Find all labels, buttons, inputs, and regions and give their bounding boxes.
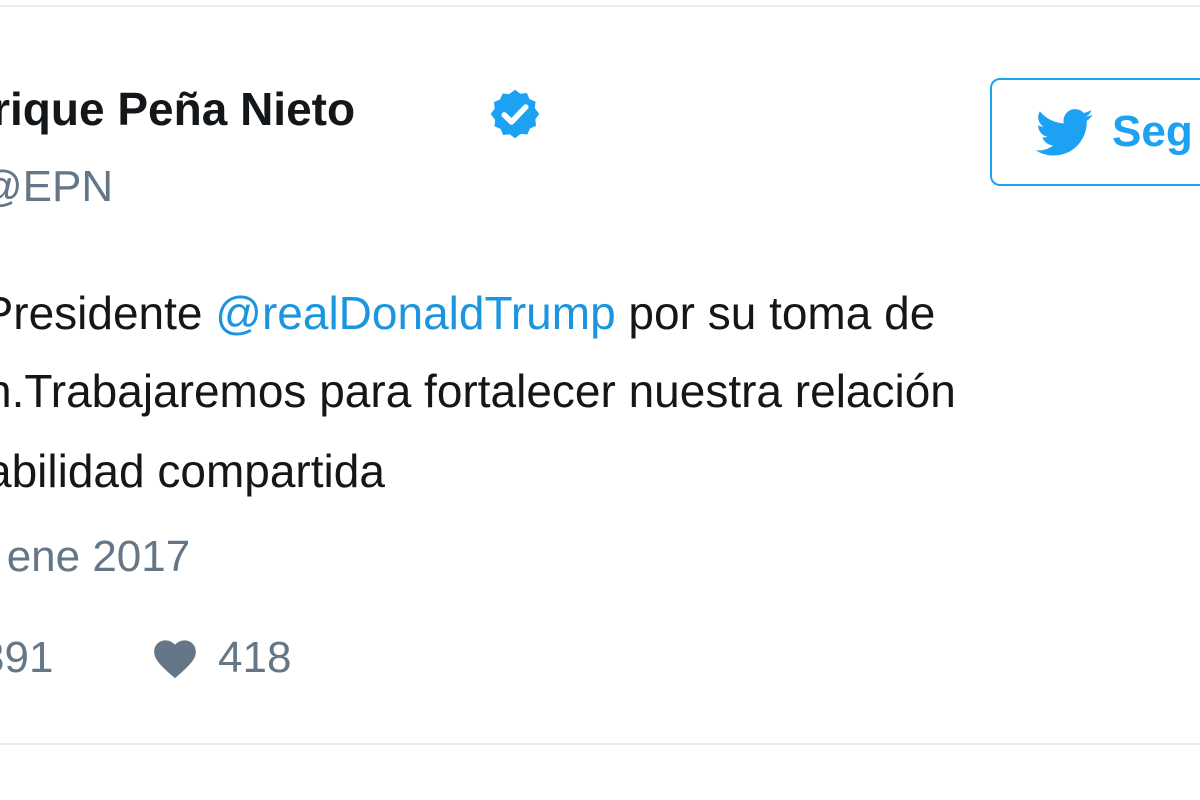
tweet-text-line-1: al Presidente @realDonaldTrump por su to… <box>0 290 935 336</box>
bottom-divider <box>0 743 1200 745</box>
twitter-bird-icon <box>1036 109 1094 156</box>
retweet-count[interactable]: 391 <box>0 636 53 680</box>
author-handle-text: EPN <box>22 162 114 211</box>
follow-button-label: Seg <box>1112 107 1193 156</box>
heart-icon <box>154 640 196 679</box>
mention-link[interactable]: @realDonaldTrump <box>215 287 615 339</box>
tweet-text-segment: por su toma de <box>615 287 936 339</box>
top-divider <box>0 5 1200 7</box>
author-handle[interactable]: @EPN <box>0 165 113 209</box>
tweet-timestamp[interactable]: 0 ene 2017 <box>0 535 190 579</box>
tweet-text-line-2: n.Trabajaremos para fortalecer nuestra r… <box>0 365 956 417</box>
verified-badge-icon <box>490 89 540 139</box>
tweet-card: nrique Peña Nieto @EPN Seg al Presidente… <box>0 0 1200 800</box>
tweet-text-segment: al Presidente <box>0 287 203 339</box>
author-name[interactable]: nrique Peña Nieto <box>0 86 355 132</box>
tweet-text-line-3: abilidad compartida <box>0 445 385 497</box>
follow-button[interactable]: Seg <box>990 78 1200 186</box>
like-count: 418 <box>218 633 292 682</box>
